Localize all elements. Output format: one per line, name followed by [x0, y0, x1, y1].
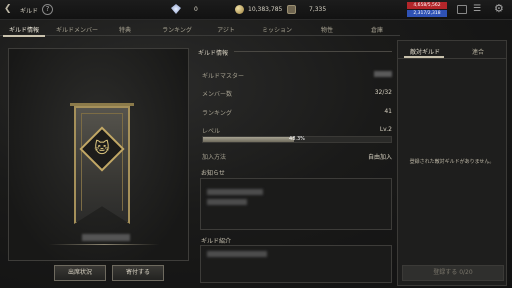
ranking-row: ランキング 41	[202, 108, 392, 117]
gold-coin-icon	[235, 5, 244, 14]
settings-icon[interactable]: ⚙	[494, 3, 504, 15]
join-method-row: 加入方法 自由加入	[202, 154, 392, 161]
tab-alliance[interactable]: 連合	[472, 47, 484, 56]
divider	[49, 244, 159, 245]
level-progress-text: 48.3%	[289, 136, 305, 142]
tab-hideout[interactable]: アジト	[217, 25, 235, 34]
cat-emblem-icon: 🐱	[94, 139, 110, 157]
back-icon[interactable]: ❮	[4, 4, 12, 14]
tab-bar: ギルド情報 ギルドメンバー 特典 ランキング アジト ミッション 物性 倉庫	[0, 21, 400, 37]
guild-banner: 🐱	[70, 103, 134, 228]
notice-label: お知らせ	[201, 170, 225, 177]
mp-bar: 2,317/2,318	[407, 10, 447, 17]
tab-guild-members[interactable]: ギルドメンバー	[56, 25, 98, 34]
register-hostile-button[interactable]: 登録する 0/20	[402, 265, 504, 281]
mail-icon[interactable]	[457, 5, 467, 14]
menu-icon[interactable]: ☰	[473, 5, 481, 14]
intro-label: ギルド紹介	[201, 238, 232, 245]
tab-storage[interactable]: 倉庫	[371, 25, 383, 34]
attendance-button[interactable]: 出席状況	[54, 265, 106, 281]
gold-count: 10,383,785	[248, 6, 283, 13]
guild-name-redacted	[82, 234, 130, 241]
guild-master-redacted	[374, 71, 392, 77]
empty-message: 登録された敵対ギルドがありません。	[409, 159, 495, 165]
active-tab-indicator	[3, 35, 45, 37]
hp-bar: 4,658/5,562	[407, 2, 447, 9]
gem-icon	[171, 4, 181, 14]
intro-box	[200, 245, 392, 283]
top-bar: ❮ ギルド ? 0 10,383,785 7,335 4,658/5,562 2…	[0, 0, 512, 20]
members-row: メンバー数 32/32	[202, 89, 392, 98]
status-bars: 4,658/5,562 2,317/2,318	[407, 2, 447, 17]
notice-box	[200, 178, 392, 230]
tab-perks[interactable]: 特典	[119, 25, 131, 34]
guild-master-row: ギルドマスター	[202, 71, 392, 80]
level-row: レベル Lv.2	[202, 126, 392, 135]
help-icon[interactable]: ?	[42, 4, 53, 15]
medal-icon	[287, 5, 296, 14]
tab-ranking[interactable]: ランキング	[162, 25, 192, 34]
gem-count: 0	[194, 6, 198, 13]
section-header: ギルド情報	[198, 50, 229, 57]
level-progress-bar: 48.3%	[202, 136, 392, 143]
donate-button[interactable]: 寄付する	[112, 265, 164, 281]
tab-hostile-guild[interactable]: 敵対ギルド	[410, 47, 440, 56]
tab-property[interactable]: 物性	[321, 25, 333, 34]
tab-missions[interactable]: ミッション	[262, 25, 292, 34]
tab-guild-info[interactable]: ギルド情報	[9, 25, 39, 34]
hostile-guild-panel: 敵対ギルド 連合 登録された敵対ギルドがありません。 登録する 0/20	[397, 40, 507, 286]
guild-emblem-panel: 🐱	[8, 48, 189, 261]
medal-count: 7,335	[309, 6, 327, 13]
window-title: ギルド	[20, 8, 39, 15]
